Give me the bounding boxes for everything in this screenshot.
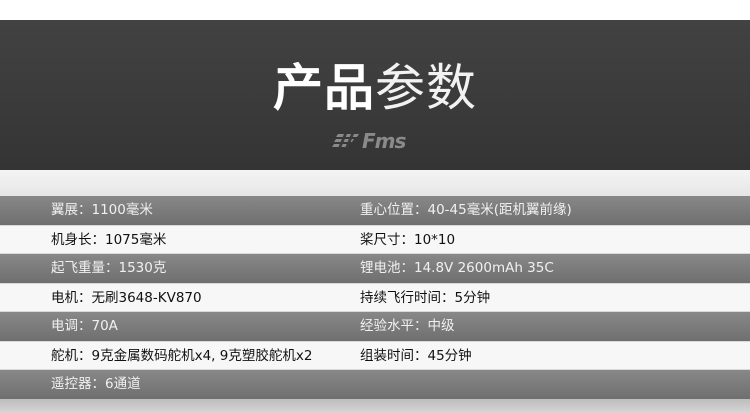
spec-fuselage-length: 机身长：1075毫米 xyxy=(51,232,167,248)
bottom-band xyxy=(0,399,750,413)
spec-row: 电机：无刷3648-KV870 持续飞行时间：5分钟 xyxy=(0,283,750,312)
spec-row: 电调：70A 经验水平：中级 xyxy=(0,312,750,341)
logo-text: Fms xyxy=(362,129,406,153)
title-bold-text: 产品 xyxy=(273,59,375,117)
spec-servos: 舵机：9克金属数码舵机x4, 9克塑胶舵机x2 xyxy=(51,348,313,364)
spec-prop-size: 桨尺寸：10*10 xyxy=(360,232,456,248)
fms-logo-icon xyxy=(332,134,359,148)
spec-motor: 电机：无刷3648-KV870 xyxy=(51,290,202,306)
spec-experience-level: 经验水平：中级 xyxy=(360,318,455,334)
title-light-text: 参数 xyxy=(375,59,477,117)
spec-row: 机身长：1075毫米 桨尺寸：10*10 xyxy=(0,225,750,254)
header-banner: 产品参数 Fms xyxy=(0,20,750,170)
spec-battery: 锂电池：14.8V 2600mAh 35C xyxy=(360,260,554,276)
spec-row: 翼展：1100毫米 重心位置：40-45毫米(距机翼前缘) xyxy=(0,196,750,225)
spec-esc: 电调：70A xyxy=(51,318,118,334)
fms-logo: Fms xyxy=(332,130,430,152)
spec-cg-position: 重心位置：40-45毫米(距机翼前缘) xyxy=(360,202,572,218)
separator-band xyxy=(0,170,750,196)
spec-row: 舵机：9克金属数码舵机x4, 9克塑胶舵机x2 组装时间：45分钟 xyxy=(0,341,750,370)
spec-takeoff-weight: 起飞重量：1530克 xyxy=(51,260,167,276)
product-spec-page: 产品参数 Fms 翼展：1100毫米 重心位置：40-45毫米(距机翼前缘) 机… xyxy=(0,0,750,413)
spec-transmitter: 遥控器：6通道 xyxy=(51,376,141,392)
spec-table: 翼展：1100毫米 重心位置：40-45毫米(距机翼前缘) 机身长：1075毫米… xyxy=(0,196,750,399)
spec-wingspan: 翼展：1100毫米 xyxy=(51,202,153,218)
spec-row: 起飞重量：1530克 锂电池：14.8V 2600mAh 35C xyxy=(0,254,750,283)
spec-row: 遥控器：6通道 xyxy=(0,370,750,399)
page-title: 产品参数 xyxy=(0,58,750,118)
spec-assembly-time: 组装时间：45分钟 xyxy=(360,348,472,364)
spec-flight-time: 持续飞行时间：5分钟 xyxy=(360,290,491,306)
